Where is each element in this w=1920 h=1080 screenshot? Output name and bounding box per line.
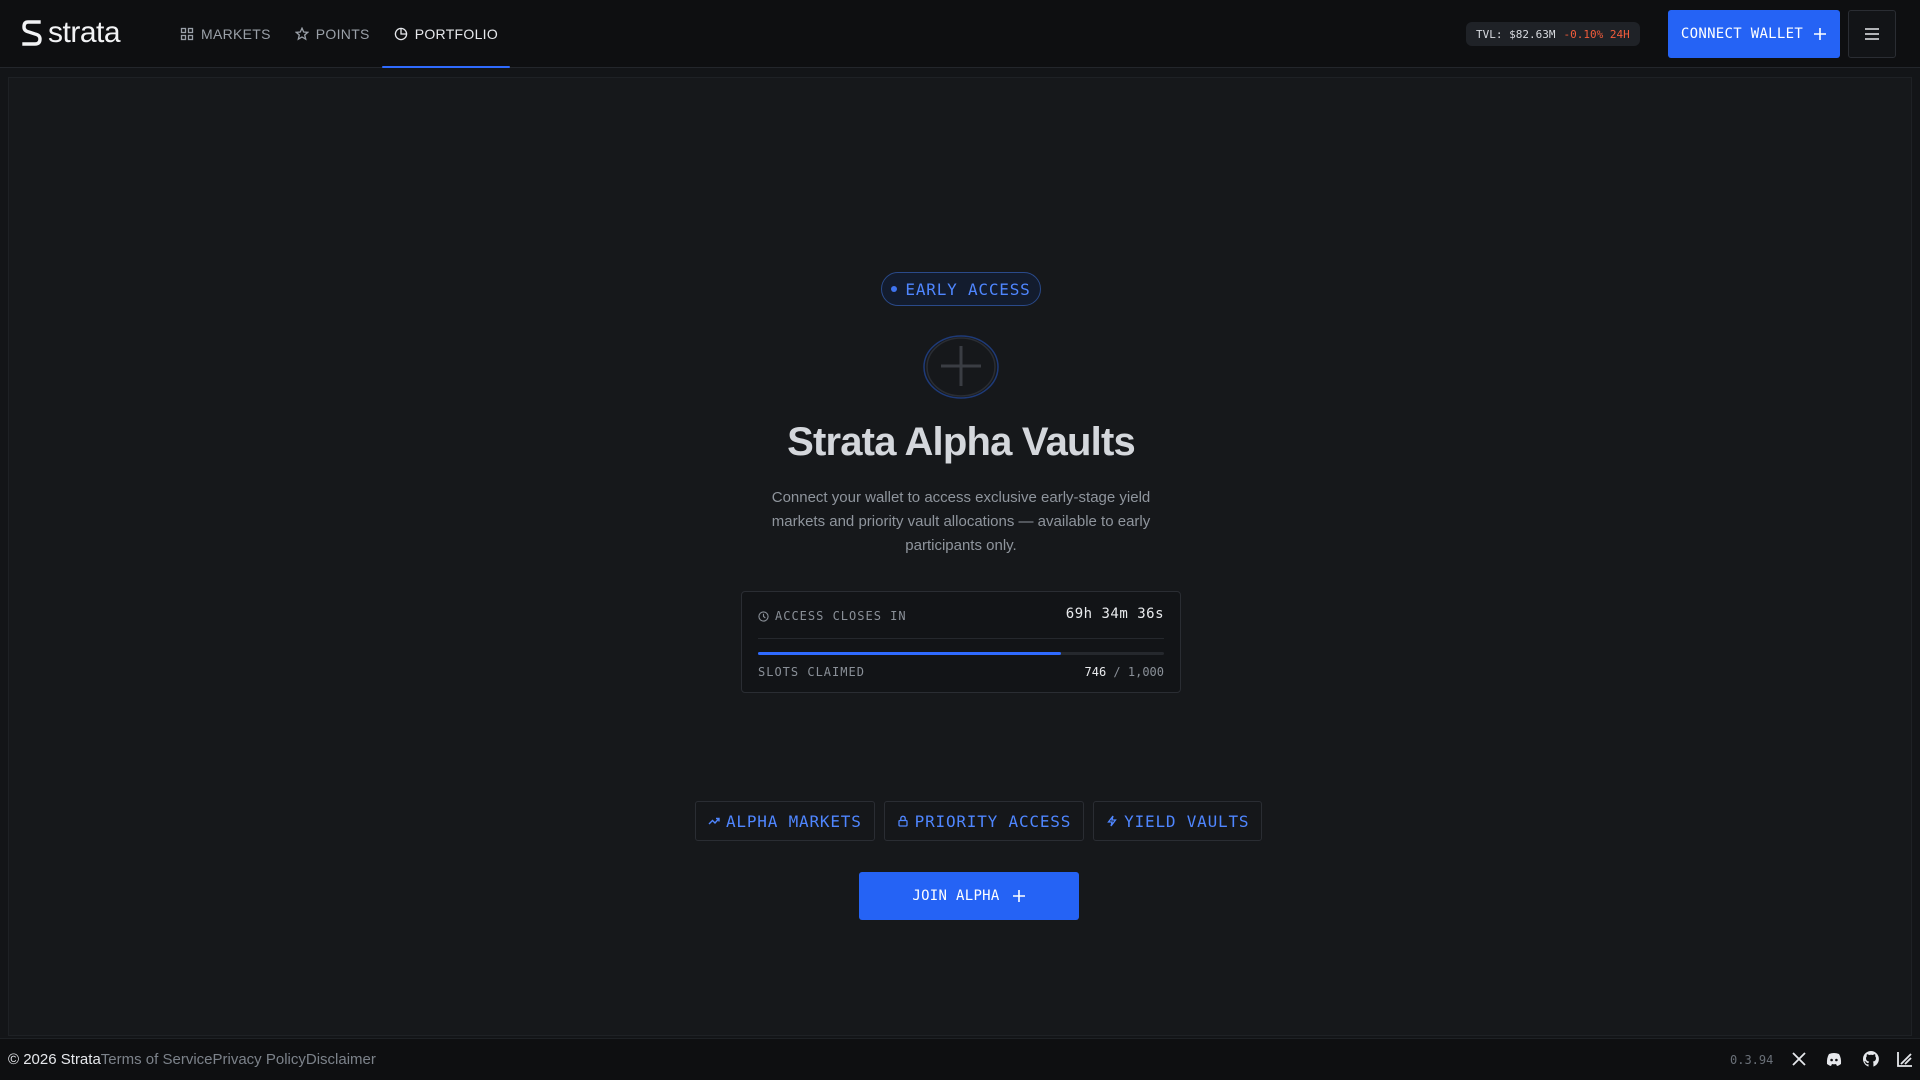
feature-alpha-markets-label: ALPHA MARKETS (726, 811, 862, 831)
nav-markets-label: MARKETS (201, 26, 271, 42)
feature-alpha-markets[interactable]: ALPHA MARKETS (695, 801, 875, 841)
connect-wallet-label: CONNECT WALLET (1680, 26, 1804, 42)
feature-priority-access-label: PRIORITY ACCESS (914, 811, 1072, 831)
slots-claimed-count: 746 / 1,000 (1085, 665, 1165, 679)
page-subtitle: Connect your wallet to access exclusive … (771, 489, 1151, 554)
access-closes-label: ACCESS CLOSES IN (758, 609, 907, 623)
nav-points-label: POINTS (315, 26, 370, 42)
tvl-value: TVL: $82.63M (1476, 27, 1556, 41)
top-header: strata MARKETS POINTS PORTFOLIO TVL: $82… (0, 0, 1920, 68)
early-access-label: EARLY ACCESS (905, 279, 1031, 299)
copyright: © 2026 Strata (8, 1051, 101, 1068)
menu-button[interactable] (1848, 10, 1896, 58)
feature-priority-access[interactable]: PRIORITY ACCESS (883, 801, 1085, 841)
footer: © 2026 Strata Terms of Service Privacy P… (0, 1038, 1920, 1080)
vault-plus-icon (923, 335, 999, 399)
trending-up-icon (708, 817, 720, 825)
early-access-badge: EARLY ACCESS (881, 272, 1041, 306)
app-version: 0.3.94 (1730, 1053, 1774, 1067)
strata-logo-icon (22, 20, 42, 46)
brand-logo[interactable]: strata (22, 16, 121, 50)
slots-current: 746 (1084, 665, 1107, 679)
slots-total: 1,000 (1127, 665, 1164, 679)
card-divider (758, 638, 1164, 639)
terms-link[interactable]: Terms of Service (101, 1051, 213, 1068)
footer-links: © 2026 Strata Terms of Service Privacy P… (8, 1051, 376, 1068)
copyright-prefix: © 2026 (8, 1051, 61, 1068)
feature-yield-vaults[interactable]: YIELD VAULTS (1093, 801, 1263, 841)
star-icon (294, 27, 309, 41)
countdown-timer: 69h 34m 36s (1065, 606, 1164, 622)
bolt-icon (1107, 815, 1117, 827)
slots-claimed-label: SLOTS CLAIMED (758, 665, 865, 679)
connect-wallet-button[interactable]: CONNECT WALLET (1668, 10, 1840, 58)
page-title: Strata Alpha Vaults (787, 420, 1136, 464)
feature-yield-vaults-label: YIELD VAULTS (1124, 811, 1250, 831)
access-closes-text: ACCESS CLOSES IN (775, 609, 907, 623)
nav-markets[interactable]: MARKETS (168, 0, 283, 68)
alpha-vaults-section: EARLY ACCESS Strata Alpha Vaults Connect… (9, 78, 1911, 1035)
main-nav: MARKETS POINTS PORTFOLIO (168, 0, 511, 68)
join-alpha-button[interactable]: JOIN ALPHA (859, 872, 1079, 920)
x-twitter-icon[interactable] (1790, 1050, 1808, 1068)
discord-icon[interactable] (1825, 1050, 1843, 1068)
grid-icon (180, 27, 194, 41)
clock-icon (758, 610, 769, 622)
plus-icon (1814, 28, 1827, 40)
nav-portfolio-label: PORTFOLIO (414, 26, 499, 42)
access-card: ACCESS CLOSES IN 69h 34m 36s SLOTS CLAIM… (741, 591, 1181, 693)
feature-tags: ALPHA MARKETS PRIORITY ACCESS YIELD VAUL… (695, 801, 1263, 841)
badge-dot (891, 286, 898, 292)
slots-progress-bar (758, 652, 1164, 655)
pie-chart-icon (394, 27, 407, 41)
brand-name: strata (48, 16, 121, 49)
disclaimer-link[interactable]: Disclaimer (306, 1051, 376, 1068)
slots-progress-fill (758, 652, 1061, 655)
tvl-change: -0.10% 24H (1563, 27, 1630, 41)
copyright-name: Strata (60, 1051, 101, 1068)
hamburger-icon (1865, 28, 1879, 40)
lock-icon (897, 815, 908, 827)
nav-portfolio[interactable]: PORTFOLIO (381, 0, 511, 68)
nav-points[interactable]: POINTS (283, 0, 382, 68)
tvl-badge: TVL: $82.63M -0.10% 24H (1466, 22, 1640, 46)
github-icon[interactable] (1862, 1050, 1880, 1068)
privacy-link[interactable]: Privacy Policy (213, 1051, 306, 1068)
join-alpha-label: JOIN ALPHA (912, 888, 1000, 904)
main-panel: EARLY ACCESS Strata Alpha Vaults Connect… (8, 77, 1912, 1036)
plus-icon (1012, 890, 1025, 902)
slots-separator: / (1106, 665, 1128, 679)
chart-bars-icon[interactable] (1896, 1050, 1914, 1068)
